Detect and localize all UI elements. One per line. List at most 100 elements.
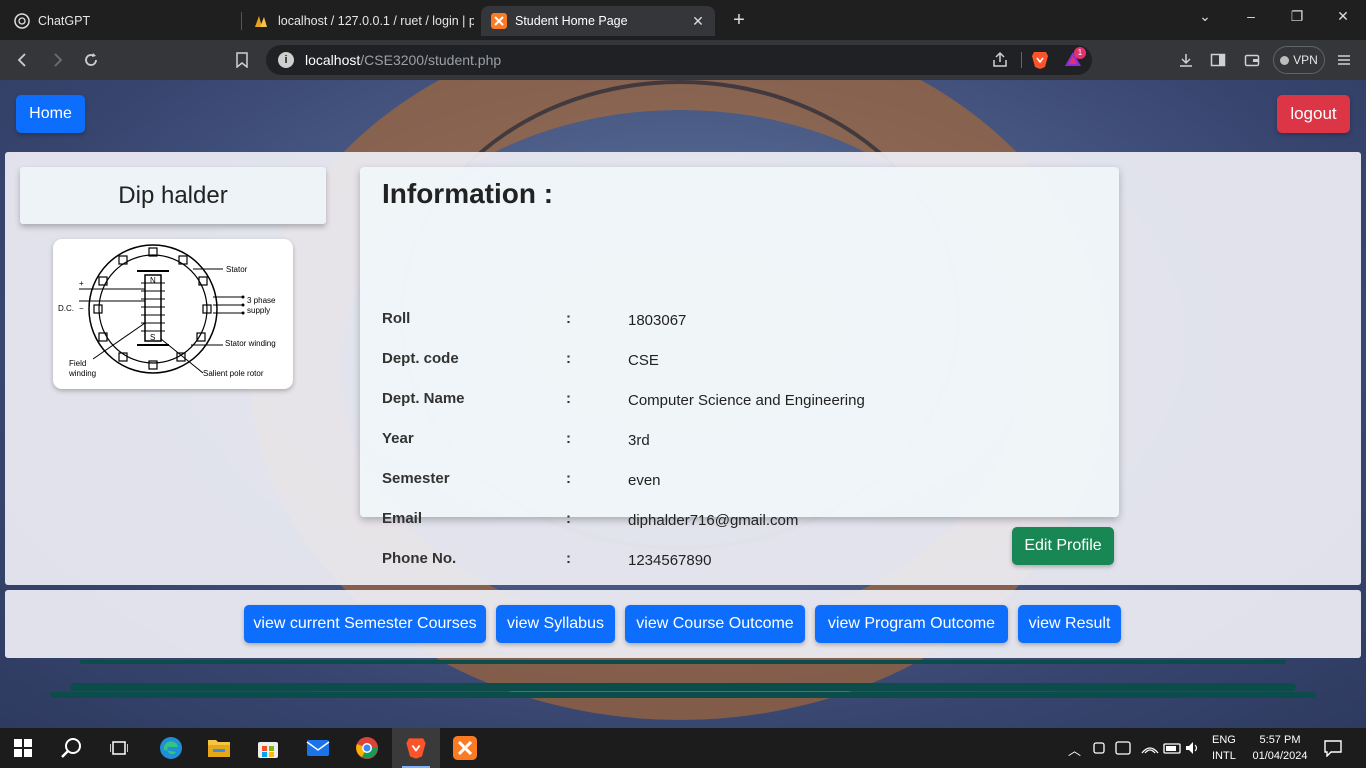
tab-title: Student Home Page (515, 14, 628, 28)
view-result-button[interactable]: view Result (1018, 605, 1121, 643)
store-icon[interactable] (257, 737, 279, 764)
new-tab-icon[interactable]: + (729, 8, 749, 32)
info-row-roll: Roll : 1803067 (360, 310, 1119, 350)
info-value: 3rd (628, 432, 650, 449)
winding-label: winding (68, 369, 96, 378)
stator-label: Stator (226, 265, 248, 274)
phpmyadmin-icon (254, 13, 270, 29)
home-button[interactable]: Home (16, 95, 85, 133)
keyboard-layout: INTL (1212, 750, 1236, 762)
browser-toolbar: i localhost/CSE3200/student.php 1 VPN (0, 40, 1366, 80)
dc-label: D.C. (58, 304, 74, 313)
back-icon[interactable] (11, 48, 35, 72)
task-view-icon[interactable] (109, 739, 129, 762)
tab-student-home[interactable]: Student Home Page ✕ (481, 6, 715, 36)
language-code: ENG (1212, 734, 1236, 746)
view-course-outcome-button[interactable]: view Course Outcome (625, 605, 805, 643)
info-colon: : (566, 390, 571, 407)
search-icon[interactable] (61, 737, 83, 764)
north-label: N (150, 276, 156, 285)
info-colon: : (566, 550, 571, 567)
info-value: 1803067 (628, 312, 687, 329)
address-bar[interactable]: i localhost/CSE3200/student.php 1 (266, 45, 1092, 75)
restore-icon[interactable]: ❐ (1274, 4, 1320, 28)
stator-winding-label: Stator winding (225, 339, 276, 348)
wallet-icon[interactable] (1240, 48, 1264, 72)
info-row-semester: Semester : even (360, 470, 1119, 510)
site-info-icon[interactable]: i (278, 52, 294, 68)
close-tab-icon[interactable]: ✕ (691, 14, 705, 28)
tray-chevron-icon[interactable]: ︿ (1068, 740, 1081, 759)
view-current-courses-button[interactable]: view current Semester Courses (244, 605, 486, 643)
profile-photo: N S + − D.C. Stator 3 phase supply Stato… (53, 239, 293, 389)
file-explorer-icon[interactable] (207, 737, 231, 764)
info-label: Phone No. (382, 550, 457, 567)
brave-shields-icon[interactable] (1031, 50, 1049, 75)
language-indicator[interactable]: ENG INTL (1212, 732, 1236, 764)
tab-title: localhost / 127.0.0.1 / ruet / login | p… (278, 14, 474, 28)
info-row-year: Year : 3rd (360, 430, 1119, 470)
chrome-icon[interactable] (355, 736, 379, 765)
info-row-email: Email : diphalder716@gmail.com (360, 510, 1119, 550)
chevron-down-icon[interactable]: ⌄ (1182, 4, 1228, 28)
field-label: Field (69, 359, 86, 368)
motor-diagram-image: N S + − D.C. Stator 3 phase supply Stato… (58, 244, 276, 378)
information-title: Information : (382, 178, 554, 209)
info-value: even (628, 472, 661, 489)
info-row-phone: Phone No. : 1234567890 (360, 550, 1119, 590)
notifications-icon[interactable] (1324, 739, 1342, 762)
menu-icon[interactable] (1332, 48, 1356, 72)
info-colon: : (566, 430, 571, 447)
brave-taskbar-icon[interactable] (392, 728, 440, 768)
tab-divider (241, 12, 242, 30)
bookmark-icon[interactable] (230, 48, 254, 72)
student-name: Dip halder (20, 167, 326, 224)
xampp-taskbar-icon[interactable] (453, 736, 477, 765)
info-row-dept-name: Dept. Name : Computer Science and Engine… (360, 390, 1119, 430)
brave-rewards-icon[interactable]: 1 (1063, 47, 1086, 70)
info-value: CSE (628, 352, 659, 369)
sidebar-icon[interactable] (1206, 48, 1230, 72)
view-program-outcome-button[interactable]: view Program Outcome (815, 605, 1008, 643)
edit-profile-button[interactable]: Edit Profile (1012, 527, 1114, 565)
info-colon: : (566, 350, 571, 367)
minimize-icon[interactable]: – (1228, 4, 1274, 28)
clock[interactable]: 5:57 PM 01/04/2024 (1248, 732, 1312, 764)
info-value: Computer Science and Engineering (628, 392, 865, 409)
tray-icons (1090, 740, 1202, 756)
xampp-icon (491, 13, 507, 29)
edge-icon[interactable] (159, 736, 183, 765)
info-colon: : (566, 470, 571, 487)
download-icon[interactable] (1174, 48, 1198, 72)
forward-icon[interactable] (45, 48, 69, 72)
vpn-label: VPN (1293, 53, 1318, 67)
share-icon[interactable] (991, 51, 1009, 74)
vpn-button[interactable]: VPN (1273, 46, 1325, 74)
info-label: Roll (382, 310, 411, 327)
minus-label: − (79, 304, 84, 313)
tab-phpmyadmin[interactable]: localhost / 127.0.0.1 / ruet / login | p… (244, 6, 474, 36)
clock-time: 5:57 PM (1259, 734, 1301, 746)
browser-tab-strip: ChatGPT localhost / 127.0.0.1 / ruet / l… (0, 0, 1366, 40)
tab-title: ChatGPT (38, 14, 91, 28)
info-colon: : (566, 310, 571, 327)
close-window-icon[interactable]: ✕ (1320, 4, 1366, 28)
logout-button[interactable]: logout (1277, 95, 1350, 133)
tab-chatgpt[interactable]: ChatGPT (4, 6, 238, 36)
reload-icon[interactable] (79, 48, 103, 72)
info-row-dept-code: Dept. code : CSE (360, 350, 1119, 390)
plus-label: + (79, 279, 84, 288)
info-value: diphalder716@gmail.com (628, 512, 799, 529)
chatgpt-icon (14, 13, 30, 29)
start-icon[interactable] (14, 739, 32, 762)
info-label: Email (382, 510, 423, 527)
info-colon: : (566, 510, 571, 527)
supply-label: supply (247, 306, 270, 315)
mail-icon[interactable] (306, 738, 330, 763)
vpn-status-dot (1280, 55, 1290, 65)
info-label: Year (382, 430, 414, 447)
student-home-page: Home logout Dip halder N S + − D.C. Stat… (0, 80, 1366, 728)
rewards-badge: 1 (1074, 47, 1086, 59)
view-syllabus-button[interactable]: view Syllabus (496, 605, 615, 643)
info-label: Semester (382, 470, 450, 487)
